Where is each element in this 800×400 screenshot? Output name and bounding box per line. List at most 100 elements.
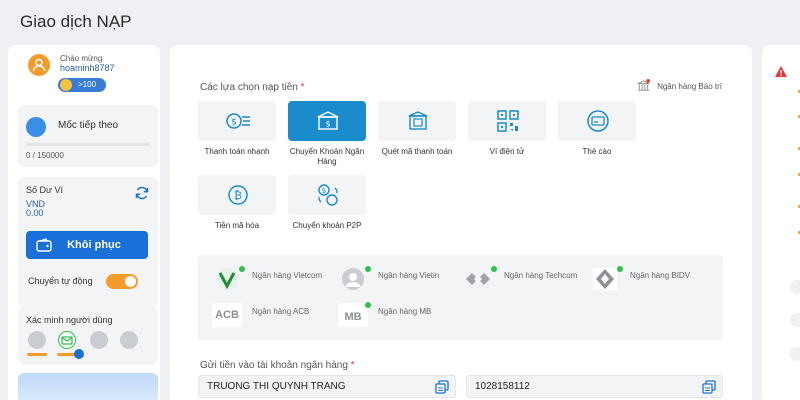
account-number-field[interactable]: 1028158112 (466, 375, 723, 398)
verify-card: Xác minh người dùng (18, 307, 158, 365)
side-action-button[interactable] (790, 347, 800, 361)
method-bank-transfer[interactable]: $ Chuyển Khoản Ngân Hàng (288, 101, 366, 167)
balance-label: Số Dư Ví (26, 185, 64, 195)
welcome-text: Chào mừng (60, 54, 103, 63)
deposit-label: Gửi tiền vào tài khoản ngân hàng * (200, 360, 355, 371)
restore-button[interactable]: Khôi phục (26, 231, 148, 259)
sidebar: Chào mừng hoaminh8787 >100 Mốc tiếp theo… (8, 45, 160, 400)
bidv-logo (593, 268, 617, 290)
mail-icon (61, 336, 73, 345)
refresh-icon[interactable] (134, 185, 150, 201)
main-panel: Các lựa chọn nạp tiền * Ngân hàng Bảo tr… (170, 45, 752, 400)
method-scan-qr[interactable]: Quét mã thanh toán (378, 101, 456, 157)
method-p2p[interactable]: $ Chuyển khoản P2P (288, 175, 366, 231)
warning-icon (775, 66, 787, 77)
milestone-value: 0 / 150000 (26, 151, 64, 160)
bank-name: Ngân hàng MB (378, 307, 432, 316)
milestone-progress-bar (26, 143, 150, 146)
acb-logo: ACB (212, 303, 242, 327)
method-label: Quét mã thanh toán (381, 147, 453, 156)
user-icon (32, 58, 46, 72)
deposit-label-text: Gửi tiền vào tài khoản ngân hàng (200, 360, 348, 371)
method-label: Chuyển Khoản Ngân Hàng (289, 147, 365, 166)
wallet-icon (36, 238, 52, 252)
bank-name: Ngân hàng Techcom (504, 271, 578, 280)
balance-card: Số Dư Ví VND 0.00 Khôi phục (18, 177, 158, 307)
bank-maintenance-icon (637, 79, 651, 91)
notice-panel (762, 45, 800, 400)
crown-icon (60, 79, 72, 91)
auto-transfer-label: Chuyển tự động (28, 276, 93, 286)
method-box: $ (288, 175, 366, 215)
method-label: Thẻ cào (582, 147, 612, 156)
copy-icon[interactable] (435, 380, 449, 394)
side-action-button[interactable] (790, 280, 800, 294)
scan-qr-bank-icon (408, 111, 428, 130)
id-verify-icon[interactable] (28, 331, 46, 349)
method-box (558, 101, 636, 141)
svg-text:$: $ (322, 187, 326, 195)
required-mark: * (350, 360, 355, 371)
mb-logo: MB (338, 303, 368, 327)
options-label: Các lựa chọn nạp tiền * (200, 82, 305, 93)
cash-fast-icon: $ (226, 113, 250, 129)
method-label: Chuyển khoản P2P (292, 221, 362, 230)
username: hoaminh8787 (60, 63, 115, 73)
verify-indicator (27, 353, 47, 356)
qr-wallet-icon (497, 110, 519, 132)
method-box: $ (288, 101, 366, 141)
bitcoin-icon: ₿ (228, 185, 248, 205)
method-card[interactable]: Thẻ cào (558, 101, 636, 157)
method-ewallet[interactable]: Ví điện tử (468, 101, 546, 157)
copy-icon[interactable] (702, 380, 716, 394)
phone-verify-icon[interactable] (90, 331, 108, 349)
maintenance-link[interactable]: Ngân hàng Bảo trì (637, 79, 722, 91)
face-verify-icon[interactable] (120, 331, 138, 349)
bank-transfer-icon: $ (317, 111, 339, 130)
method-box (378, 101, 456, 141)
account-number-value: 1028158112 (475, 381, 530, 392)
account-name-field[interactable]: TRUONG THI QUYNH TRANG (198, 375, 456, 398)
method-box: ₿ (198, 175, 276, 215)
page-title: Giao dịch NẠP (20, 12, 132, 31)
techcombank-logo (466, 273, 490, 285)
milestone-label: Mốc tiếp theo (58, 120, 119, 131)
promo-banner[interactable] (18, 373, 158, 400)
vietcombank-logo (216, 268, 238, 290)
method-label: Ví điện tử (489, 147, 525, 156)
coin-icon (26, 117, 46, 137)
bank-name: Ngân hàng BIDV (630, 271, 691, 280)
restore-label: Khôi phục (67, 239, 121, 251)
account-name-value: TRUONG THI QUYNH TRANG (207, 381, 346, 392)
balance-value: 0.00 (26, 208, 44, 218)
method-fast-payment[interactable]: $ Thanh toán nhanh (198, 101, 276, 157)
status-dot (365, 266, 371, 272)
svg-text:$: $ (325, 120, 330, 129)
maintenance-label: Ngân hàng Bảo trì (657, 82, 722, 91)
bank-name: Ngân hàng ACB (252, 307, 310, 316)
auto-transfer-toggle[interactable] (106, 274, 138, 289)
options-label-text: Các lựa chọn nạp tiền (200, 82, 298, 93)
method-label: Thanh toán nhanh (204, 147, 270, 156)
vietinbank-logo (342, 268, 364, 290)
bank-name: Ngân hàng Vietcom (252, 271, 323, 280)
status-dot (365, 302, 371, 308)
method-label: Tiền mã hóa (214, 221, 260, 230)
method-crypto[interactable]: ₿ Tiền mã hóa (198, 175, 276, 231)
status-dot (491, 266, 497, 272)
verify-label: Xác minh người dùng (26, 315, 113, 325)
required-mark: * (300, 82, 305, 93)
status-dot (239, 266, 245, 272)
side-action-button[interactable] (790, 313, 800, 327)
milestone-card: Mốc tiếp theo 0 / 150000 (18, 105, 158, 167)
avatar[interactable] (28, 54, 50, 76)
card-icon (587, 110, 609, 132)
bank-list: Ngân hàng Vietcom Ngân hàng Vietin Ngân … (198, 255, 723, 340)
vip-badge: >100 (58, 78, 106, 92)
method-box (468, 101, 546, 141)
email-verify-icon[interactable] (58, 331, 76, 349)
vip-badge-label: >100 (78, 80, 97, 89)
method-box: $ (198, 101, 276, 141)
status-dot (617, 266, 623, 272)
bank-name: Ngân hàng Vietin (378, 271, 440, 280)
